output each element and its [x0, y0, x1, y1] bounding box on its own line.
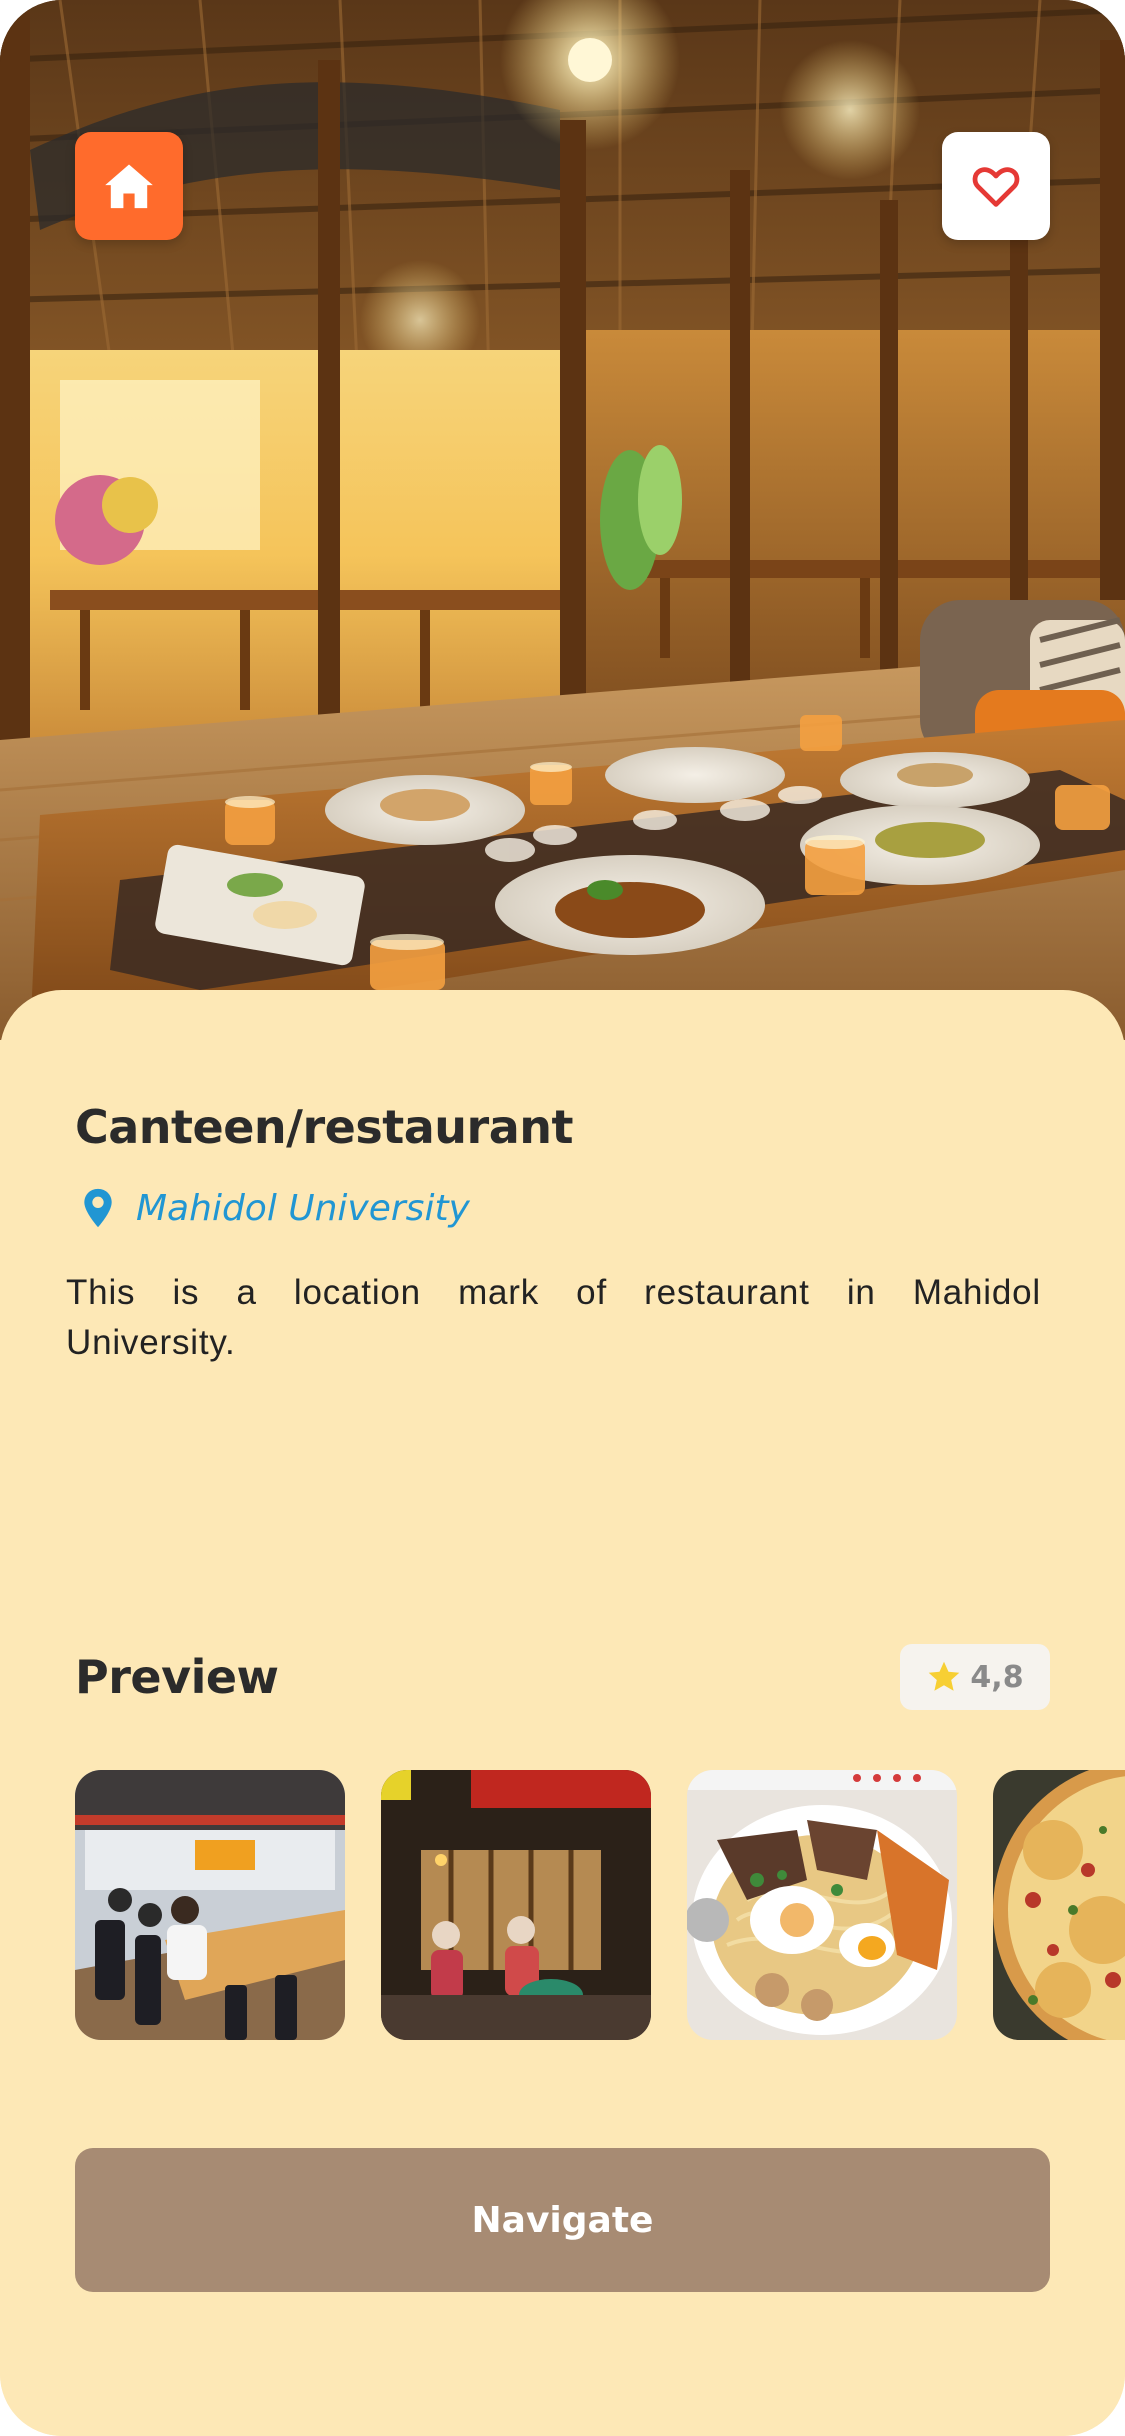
- navigate-button[interactable]: Navigate: [75, 2148, 1050, 2292]
- rating-badge: 4,8: [900, 1644, 1050, 1710]
- place-description: This is a location mark of restaurant in…: [66, 1273, 1041, 1362]
- home-icon: [105, 164, 153, 209]
- preview-image-canteen-hall[interactable]: [75, 1770, 345, 2040]
- preview-image-noodle-dish[interactable]: [687, 1770, 957, 2040]
- home-button[interactable]: [75, 132, 183, 240]
- preview-gallery[interactable]: [75, 1770, 1125, 2042]
- location-name[interactable]: Mahidol University: [136, 1188, 470, 1229]
- preview-heading: Preview: [75, 1650, 279, 1704]
- hero-image: [0, 0, 1125, 1040]
- place-title: Canteen/restaurant: [75, 1100, 574, 1154]
- location-pin-icon: [84, 1188, 112, 1228]
- star-icon: [929, 1661, 960, 1691]
- preview-image-pizza[interactable]: [993, 1770, 1125, 2040]
- place-detail-screen: Canteen/restaurant Mahidol University Th…: [0, 0, 1125, 2436]
- heart-outline-icon: [972, 167, 1020, 207]
- favorite-button[interactable]: [942, 132, 1050, 240]
- info-card: Canteen/restaurant Mahidol University Th…: [0, 990, 1125, 2436]
- location-row[interactable]: Mahidol University: [78, 1186, 470, 1230]
- rating-value: 4,8: [970, 1659, 1024, 1695]
- preview-image-kitchen-stall[interactable]: [381, 1770, 651, 2040]
